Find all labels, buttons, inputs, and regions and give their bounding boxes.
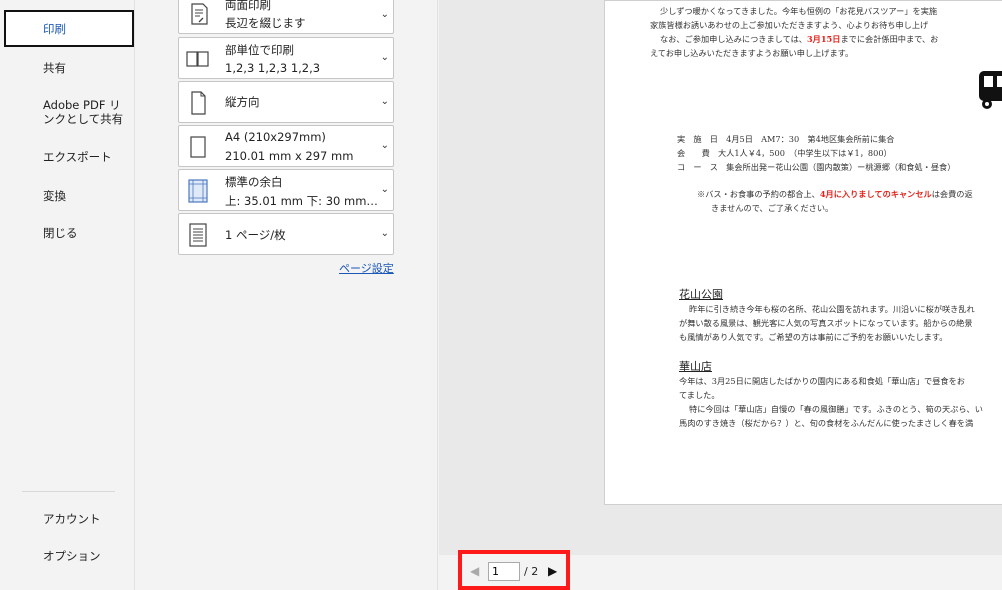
body-text: きませんので、ご了承ください。 (711, 203, 834, 213)
nav-item-label: Adobe PDF リ (43, 98, 121, 112)
nav-item-label: 印刷 (43, 22, 66, 36)
body-text: 馬肉のすき焼き（桜だから？）と、旬の食材をふんだんに使ったまさしく春を満 (679, 418, 974, 428)
event-fee: 会 費 大人1人￥4，500 （中学生以下は￥1，800） (677, 148, 892, 158)
page-setup-link[interactable]: ページ設定 (339, 260, 394, 276)
cancel-warning: 4月に入りましてのキャンセル (819, 189, 932, 199)
body-text: が舞い散る風景は、観光客に人気の写真スポットになっています。船からの絶景 (679, 318, 973, 328)
chevron-down-icon: ⌄ (380, 140, 389, 151)
collate-title: 部単位で印刷 (225, 43, 294, 57)
cancel-note: ※バス・お食事の予約の都合上、4月に入りましてのキャンセルは会費の返 (697, 189, 973, 199)
nav-item-label: ンクとして共有 (43, 112, 124, 126)
preview-page[interactable]: 少しずつ暖かくなってきました。今年も恒例の「お花見バスツアー」を実施 家族皆様お… (604, 0, 1002, 505)
preview-background: 少しずつ暖かくなってきました。今年も恒例の「お花見バスツアー」を実施 家族皆様お… (439, 0, 1002, 555)
print-settings-pane: 両面印刷 長辺を綴じます ⌄ 部単位で印刷 1,2,3 1,2,3 1,2,3 … (136, 0, 438, 590)
print-backstage: 印刷 共有 Adobe PDF リ ンクとして共有 エクスポート 変換 閉じる … (0, 0, 1002, 590)
body-text-segment: までに会計係田中まで、お (840, 34, 939, 44)
body-text: も風情があり人気です。ご希望の方は事前にご予約をお願いいたします。 (679, 332, 948, 342)
chevron-down-icon: ⌄ (380, 9, 389, 20)
paper-icon (185, 134, 211, 160)
portrait-page-icon (185, 90, 211, 116)
paper-size-subtitle: 210.01 mm x 297 mm (225, 149, 354, 163)
duplex-subtitle: 長辺を綴じます (225, 16, 306, 30)
body-text: 昨年に引き続き今年も桜の名所、花山公園を訪れます。川沿いに桜が咲き乱れ (689, 304, 975, 314)
nav-item-convert[interactable]: 変換 (43, 189, 66, 203)
body-text: 今年は、3月25日に開店したばかりの園内にある和食処「華山店」で昼食をお (679, 376, 965, 386)
event-date: 実 施 日 4月5日 AM7：30 第4地区集会所前に集合 (677, 134, 895, 144)
total-pages: / 2 (524, 565, 539, 578)
next-page-icon[interactable]: ▶ (548, 564, 557, 578)
chevron-down-icon: ⌄ (380, 52, 389, 63)
event-course: コ ー ス 集会所出発ー花山公園（園内散策）ー桃源郷（和食処・昼食） (677, 162, 956, 172)
body-text: 特に今回は「華山店」自慢の「春の風御膳」です。ふきのとう、筍の天ぷら、い (689, 404, 983, 414)
print-preview: 少しずつ暖かくなってきました。今年も恒例の「お花見バスツアー」を実施 家族皆様お… (439, 0, 1002, 590)
chevron-down-icon: ⌄ (380, 184, 389, 195)
nav-item-options[interactable]: オプション (43, 549, 101, 563)
collate-dropdown[interactable]: 部単位で印刷 1,2,3 1,2,3 1,2,3 ⌄ (178, 37, 394, 79)
bus-icon (975, 67, 1002, 115)
nav-item-print[interactable]: 印刷 (4, 10, 134, 47)
backstage-nav: 印刷 共有 Adobe PDF リ ンクとして共有 エクスポート 変換 閉じる … (0, 0, 135, 590)
nav-item-account[interactable]: アカウント (43, 512, 101, 526)
nav-divider (22, 491, 115, 492)
pages-per-sheet-dropdown[interactable]: 1 ページ/枚 ⌄ (178, 213, 394, 255)
pages-per-sheet-icon (185, 222, 211, 248)
collate-subtitle: 1,2,3 1,2,3 1,2,3 (225, 61, 321, 75)
body-text-segment: は会費の返 (931, 189, 973, 199)
body-text: 少しずつ暖かくなってきました。今年も恒例の「お花見バスツアー」を実施 (660, 6, 938, 16)
pages-per-sheet-title: 1 ページ/枚 (225, 228, 286, 242)
body-text-segment: なお、ご参加申し込みにつきましては、 (660, 34, 807, 44)
margins-subtitle: 上: 35.01 mm 下: 30 mm… (225, 194, 378, 208)
body-text-segment: ※バス・お食事の予約の都合上、 (697, 189, 820, 199)
paper-size-title: A4 (210x297mm) (225, 130, 326, 144)
orientation-dropdown[interactable]: 縦方向 ⌄ (178, 81, 394, 123)
duplex-title: 両面印刷 (225, 0, 271, 12)
current-page-input[interactable]: 1 (488, 562, 520, 581)
chevron-down-icon: ⌄ (380, 228, 389, 239)
body-text: えてお申し込みいただきますようお願い申し上げます。 (650, 48, 854, 58)
duplex-icon (185, 1, 211, 27)
collate-icon (185, 46, 211, 72)
nav-item-close[interactable]: 閉じる (43, 226, 78, 240)
chevron-down-icon: ⌄ (380, 96, 389, 107)
orientation-title: 縦方向 (225, 95, 260, 109)
nav-item-share[interactable]: 共有 (43, 61, 66, 75)
body-text: 家族皆様お誘いあわせの上ご参加いただきますよう、心よりお待ち申し上げ (650, 20, 929, 30)
margins-icon (185, 178, 211, 204)
body-text: てました。 (679, 390, 720, 400)
page-navigator: ◀ 1 / 2 ▶ (458, 550, 570, 590)
body-text: なお、ご参加申し込みにつきましては、3月15日までに会計係田中まで、お (660, 34, 938, 44)
section-heading: 華山店 (679, 360, 712, 373)
paper-size-dropdown[interactable]: A4 (210x297mm) 210.01 mm x 297 mm ⌄ (178, 125, 394, 167)
previous-page-icon[interactable]: ◀ (470, 564, 479, 578)
deadline-date: 3月15日 (806, 34, 841, 44)
margins-dropdown[interactable]: 標準の余白 上: 35.01 mm 下: 30 mm… ⌄ (178, 169, 394, 211)
section-heading: 花山公園 (679, 288, 723, 301)
duplex-dropdown[interactable]: 両面印刷 長辺を綴じます ⌄ (178, 0, 394, 34)
nav-item-share-adobe-pdf[interactable]: Adobe PDF リ ンクとして共有 (43, 98, 123, 126)
margins-title: 標準の余白 (225, 175, 283, 189)
nav-item-export[interactable]: エクスポート (43, 150, 112, 164)
